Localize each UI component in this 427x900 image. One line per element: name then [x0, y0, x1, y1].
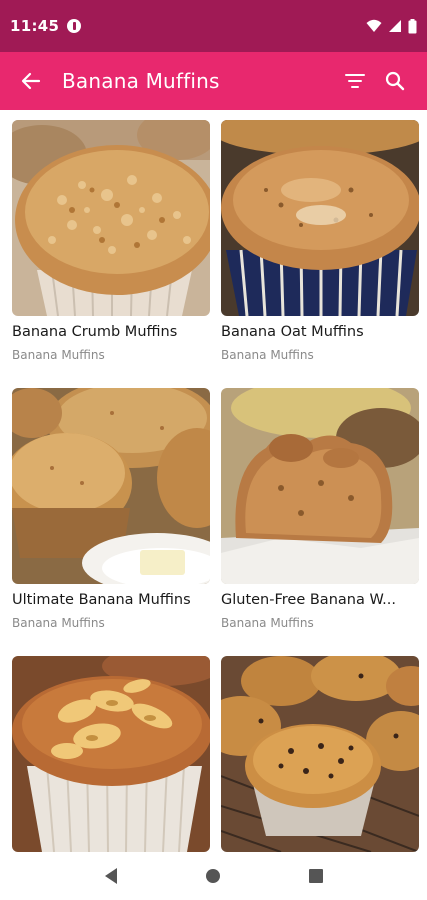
recipe-card[interactable]: [12, 656, 210, 852]
recipe-title: Gluten-Free Banana W...: [221, 592, 396, 608]
recipe-title: Ultimate Banana Muffins: [12, 592, 191, 608]
recipe-card[interactable]: Gluten-Free Banana W... Banana Muffins: [221, 388, 419, 630]
recipe-card[interactable]: Banana Oat Muffins Banana Muffins: [221, 120, 419, 362]
status-right: [366, 18, 417, 34]
recipe-card[interactable]: [221, 656, 419, 852]
recents-square-icon: [308, 869, 323, 883]
recipe-category: Banana Muffins: [221, 348, 314, 362]
nav-home-button[interactable]: [193, 856, 233, 896]
recipe-title: Banana Crumb Muffins: [12, 324, 178, 340]
app-notification-icon: [67, 19, 82, 33]
recipe-image: [12, 388, 210, 584]
search-icon: [385, 71, 405, 91]
home-circle-icon: [206, 869, 221, 883]
back-button[interactable]: [16, 66, 46, 96]
status-left: 11:45: [10, 17, 82, 35]
nav-back-button[interactable]: [91, 856, 131, 896]
filter-icon: [345, 74, 365, 88]
status-time: 11:45: [10, 17, 60, 35]
recipe-title: Banana Oat Muffins: [221, 324, 364, 340]
back-triangle-icon: [105, 868, 118, 884]
app-bar: Banana Muffins: [0, 52, 427, 110]
filter-button[interactable]: [335, 61, 375, 101]
status-bar: 11:45: [0, 0, 427, 52]
system-nav-bar: [0, 852, 427, 900]
recipe-card[interactable]: Banana Crumb Muffins Banana Muffins: [12, 120, 210, 362]
recipe-image: [221, 388, 419, 584]
recipe-category: Banana Muffins: [221, 616, 314, 630]
recipe-image: [221, 656, 419, 852]
battery-icon: [408, 18, 417, 33]
recipe-image: [12, 656, 210, 852]
nav-recents-button[interactable]: [296, 856, 336, 896]
recipe-category: Banana Muffins: [12, 348, 105, 362]
recipe-category: Banana Muffins: [12, 616, 105, 630]
recipe-image: [221, 120, 419, 316]
recipe-card[interactable]: Ultimate Banana Muffins Banana Muffins: [12, 388, 210, 630]
search-button[interactable]: [375, 61, 415, 101]
signal-icon: [389, 20, 401, 32]
wifi-icon: [366, 19, 382, 32]
page-title: Banana Muffins: [62, 69, 220, 93]
back-arrow-icon: [21, 72, 41, 90]
recipe-image: [12, 120, 210, 316]
recipe-grid: Banana Crumb Muffins Banana Muffins Bana…: [0, 110, 427, 852]
